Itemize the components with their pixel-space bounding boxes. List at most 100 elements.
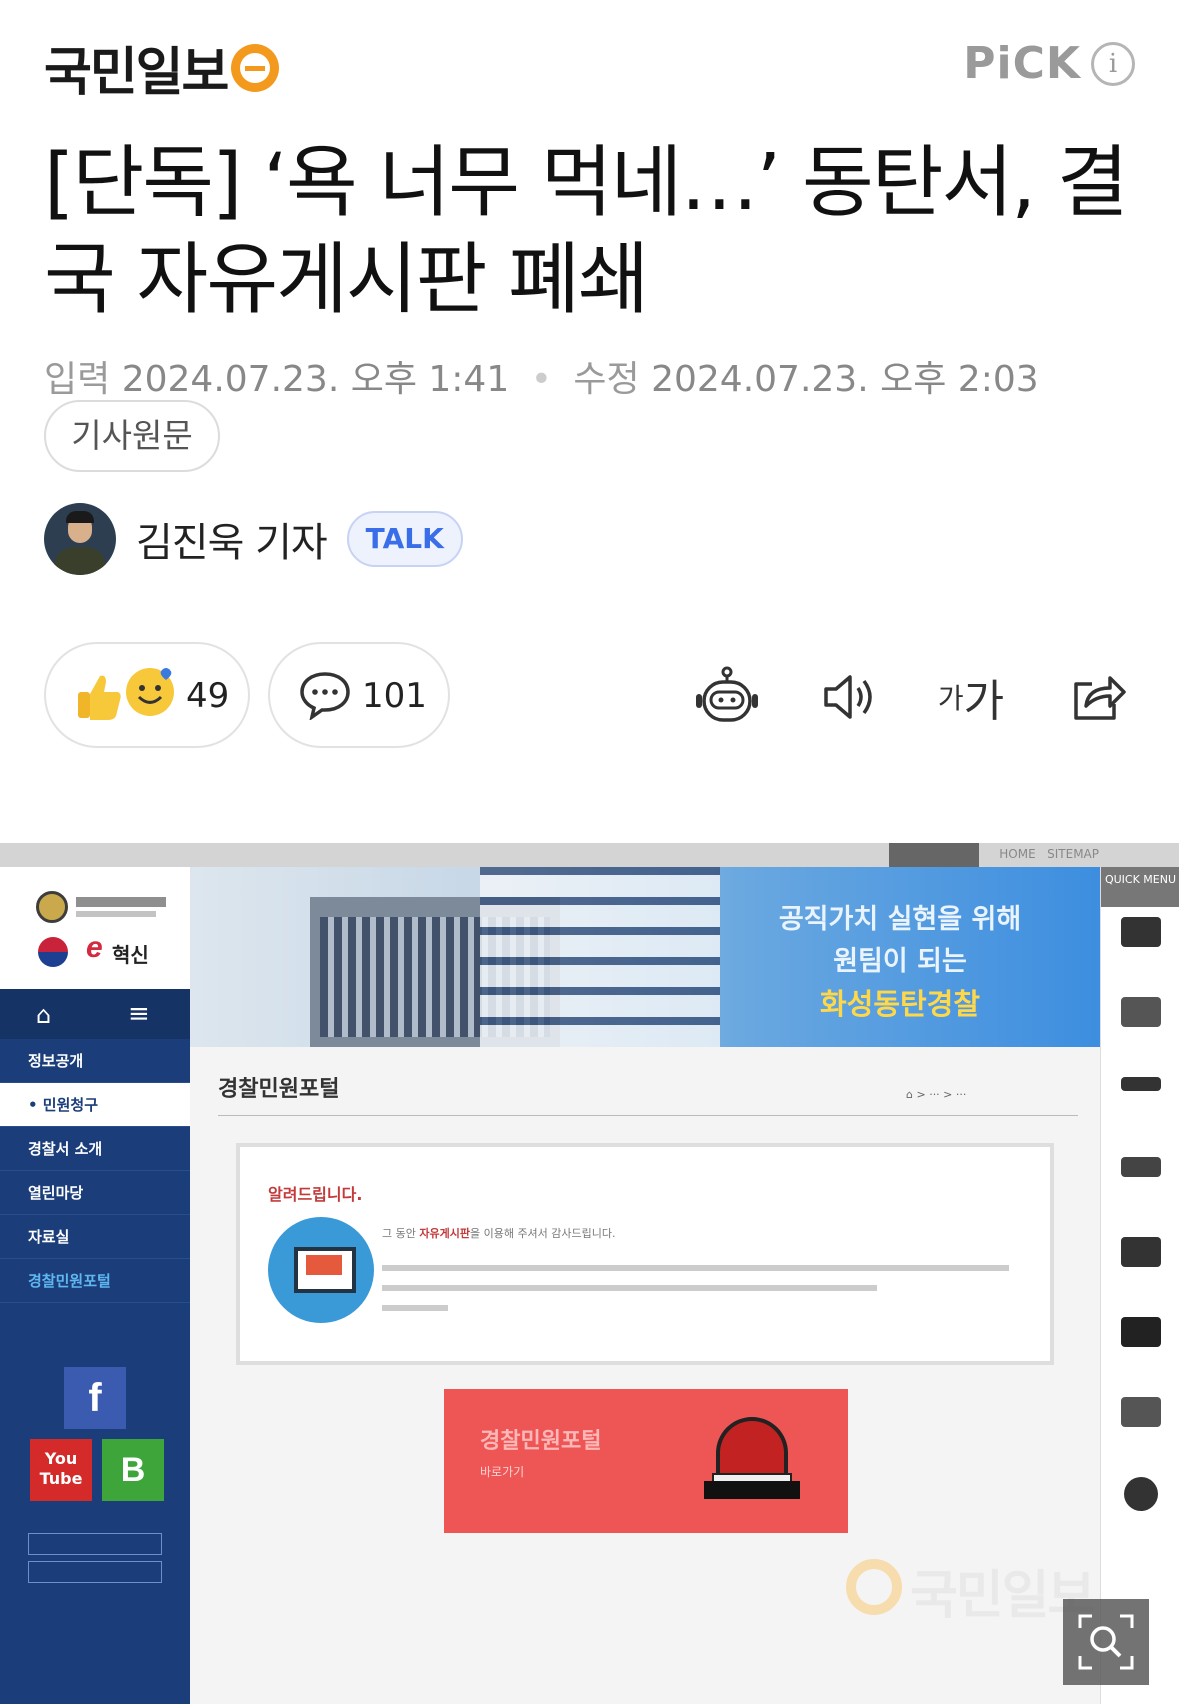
site-quick-menu: QUICK MENU: [1100, 867, 1179, 1704]
reaction-button[interactable]: 49: [44, 642, 250, 748]
quick-menu-item: [1101, 1467, 1179, 1547]
portal-shortcut: 바로가기: [480, 1465, 525, 1479]
reporter-avatar[interactable]: [44, 503, 116, 575]
police-portal-banner: 경찰민원포털 바로가기: [444, 1389, 848, 1533]
quick-menu-item: [1101, 1387, 1179, 1467]
input-label: 입력: [44, 359, 111, 400]
site-menu: 정보공개 • 민원청구 경찰서 소개 열린마당 자료실 경찰민원포털: [0, 1039, 190, 1303]
site-menu-item: 자료실: [0, 1215, 190, 1259]
site-menu-item: 정보공개: [0, 1039, 190, 1083]
taegeuk-icon: [38, 937, 68, 967]
notice-line-blur: [382, 1265, 1009, 1271]
smile-icon: [126, 668, 174, 716]
font-size-icon[interactable]: 가가: [936, 662, 1006, 732]
talk-button[interactable]: TALK: [346, 511, 463, 567]
site-select-2: [28, 1561, 162, 1583]
comment-button[interactable]: 101: [268, 642, 450, 748]
quick-menu-item: [1101, 1067, 1179, 1147]
quick-menu-icon: [1120, 1237, 1161, 1267]
notice-line: 그 동안 자유게시판을 이용해 주셔서 감사드립니다.: [382, 1217, 1042, 1251]
banner-line-2: 원팀이 되는: [833, 946, 967, 977]
input-time: 2024.07.23. 오후 1:41: [121, 359, 510, 400]
image-zoom-button[interactable]: [1063, 1599, 1149, 1685]
publisher-logo-mark-icon: [231, 43, 280, 92]
quick-menu-item: [1101, 907, 1179, 987]
quick-menu-item: [1101, 1147, 1179, 1227]
notice-line-blur: [382, 1285, 877, 1291]
original-article-button[interactable]: 기사원문: [44, 400, 220, 472]
building-facade-image: [480, 867, 720, 1047]
edit-time: 2024.07.23. 오후 2:03: [651, 359, 1039, 400]
quick-menu-icon: [1123, 1477, 1158, 1511]
site-menu-item: 경찰민원포털: [0, 1259, 190, 1303]
siren-base: [704, 1481, 800, 1499]
site-divider: [218, 1115, 1078, 1116]
font-small-label: 가: [937, 682, 964, 715]
site-breadcrumb: ⌂ > ··· > ···: [906, 1088, 967, 1101]
site-menu-item: 열린마당: [0, 1171, 190, 1215]
publisher-logo[interactable]: 국민일보: [44, 30, 280, 105]
font-large-label: 가: [963, 676, 1005, 727]
notice-line-highlight: 자유게시판: [419, 1227, 470, 1240]
publisher-logo-text: 국민일보: [44, 43, 229, 103]
article-image[interactable]: HOME SITEMAP e 혁신 ⌂ ≡ 정보공개 • 민원청구 경찰서 소개…: [0, 843, 1179, 1704]
e-innovation-text: 혁신: [112, 943, 149, 967]
quick-menu-icon: [1120, 1317, 1161, 1347]
comment-icon: [300, 672, 350, 720]
banner-line-3: 화성동탄경찰: [819, 987, 981, 1021]
portal-title: 경찰민원포털: [480, 1429, 602, 1454]
article-timestamps: 입력 2024.07.23. 오후 1:41 • 수정 2024.07.23. …: [44, 350, 1039, 402]
siren-icon: [716, 1417, 788, 1477]
info-icon[interactable]: i: [1091, 41, 1135, 86]
meta-separator: •: [530, 359, 552, 400]
site-menu-item: 경찰서 소개: [0, 1127, 190, 1171]
quick-menu-icon: [1120, 1157, 1161, 1177]
speaker-icon[interactable]: [816, 662, 886, 732]
reporter-row: 김진욱 기자 TALK: [44, 503, 463, 575]
site-name-blur-sub: [76, 911, 156, 917]
site-top-links: HOME SITEMAP: [999, 847, 1099, 861]
quick-menu-item: [1101, 1227, 1179, 1307]
quick-menu-item: [1101, 1307, 1179, 1387]
quick-menu-icon: [1120, 1077, 1161, 1091]
quick-menu-icon: [1120, 917, 1161, 947]
site-menu-item: • 민원청구: [0, 1083, 190, 1127]
site-banner: 공직가치 실현을 위해 원팀이 되는 화성동탄경찰: [190, 867, 1100, 1047]
e-innovation-logo: e: [86, 931, 103, 964]
quick-menu-item: [1101, 987, 1179, 1067]
edit-label: 수정: [573, 359, 640, 400]
share-icon[interactable]: [1064, 662, 1134, 732]
site-sidebar-logo-area: e 혁신: [0, 867, 190, 989]
home-icon: ⌂: [36, 1001, 52, 1029]
zoom-search-icon: [1078, 1614, 1134, 1670]
pick-badge[interactable]: PiCK i: [963, 38, 1135, 89]
article-headline: [단독] ‘욕 너무 먹네…’ 동탄서, 결국 자유게시판 폐쇄: [44, 138, 1129, 325]
reaction-count: 49: [186, 676, 230, 716]
site-content-title: 경찰민원포털: [218, 1077, 340, 1102]
comment-count: 101: [362, 676, 427, 716]
notice-line-suffix: 을 이용해 주셔서 감사드립니다.: [469, 1227, 616, 1240]
quick-menu-icon: [1120, 1397, 1161, 1427]
watermark-logo-icon: [846, 1559, 902, 1615]
notice-line-blur: [382, 1305, 448, 1311]
reporter-name[interactable]: 김진욱 기자: [136, 510, 328, 568]
facebook-icon: f: [64, 1367, 126, 1429]
quick-menu-header: QUICK MENU: [1101, 867, 1179, 907]
site-top-strip-block: [889, 843, 979, 867]
police-emblem-icon: [36, 891, 68, 923]
action-bar: 49 101 가가: [44, 642, 1135, 750]
site-sidebar: e 혁신 ⌂ ≡ 정보공개 • 민원청구 경찰서 소개 열린마당 자료실 경찰민…: [0, 867, 190, 1704]
summary-bot-icon[interactable]: [692, 662, 762, 732]
site-top-strip: HOME SITEMAP: [0, 843, 1179, 867]
quick-menu-icon: [1120, 997, 1161, 1027]
youtube-icon: You Tube: [30, 1439, 92, 1501]
blog-icon: B: [102, 1439, 164, 1501]
notice-line-prefix: 그 동안: [382, 1227, 420, 1240]
notice-text: 그 동안 자유게시판을 이용해 주셔서 감사드립니다.: [382, 1217, 1042, 1325]
top-bar: 국민일보 PiCK i: [0, 0, 1179, 120]
menu-icon: ≡: [128, 999, 150, 1029]
banner-line-1: 공직가치 실현을 위해: [778, 904, 1022, 935]
notice-title: 알려드립니다.: [268, 1185, 363, 1204]
monitor-chat-icon: [268, 1217, 374, 1323]
thumbs-up-icon: [78, 675, 121, 720]
